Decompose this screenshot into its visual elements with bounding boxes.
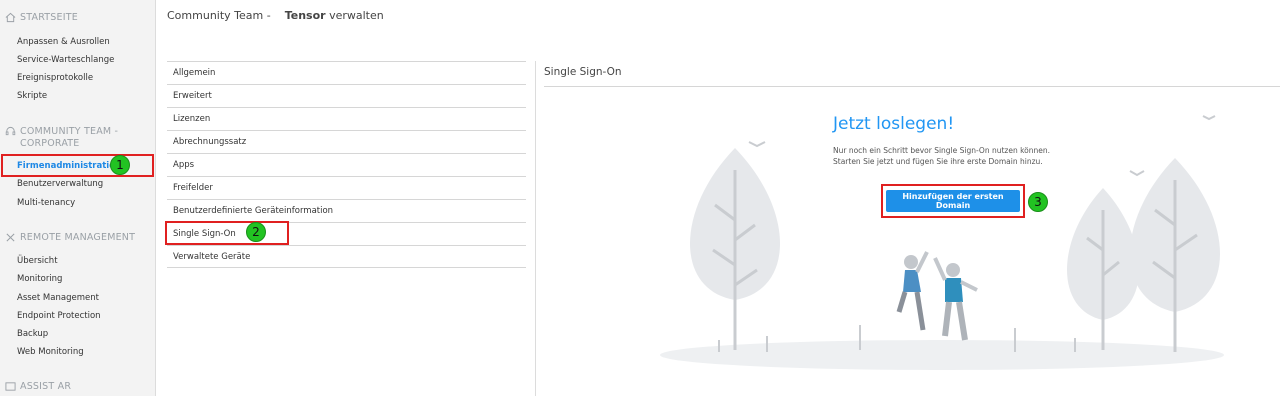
step-badge-2: 2 bbox=[246, 222, 266, 242]
step-badge-3: 3 bbox=[1028, 192, 1048, 212]
settings-item-erweitert[interactable]: Erweitert bbox=[167, 84, 526, 107]
section-title-line2: CORPORATE bbox=[20, 138, 80, 149]
sidebar-item-ereignisprotokolle[interactable]: Ereignisprotokolle bbox=[17, 72, 93, 84]
sidebar-section-assist-ar[interactable]: ASSIST AR bbox=[5, 381, 71, 393]
settings-item-geraeteinformation[interactable]: Benutzerdefinierte Geräteinformation bbox=[167, 199, 526, 222]
settings-item-allgemein[interactable]: Allgemein bbox=[167, 61, 526, 84]
panel-title-divider bbox=[544, 86, 1280, 87]
header-tensor: Tensor bbox=[284, 9, 326, 22]
home-icon bbox=[5, 12, 16, 23]
step-badge-1: 1 bbox=[110, 155, 130, 175]
sidebar-item-benutzerverwaltung[interactable]: Benutzerverwaltung bbox=[17, 178, 103, 190]
highlight-box-step3 bbox=[881, 184, 1025, 218]
sidebar-item-anpassen[interactable]: Anpassen & Ausrollen bbox=[17, 36, 110, 48]
illustration-image bbox=[660, 115, 1224, 370]
sidebar-section-startseite[interactable]: STARTSEITE bbox=[5, 12, 78, 24]
header-prefix: Community Team - bbox=[167, 9, 271, 22]
settings-item-abrechnungssatz[interactable]: Abrechnungssatz bbox=[167, 130, 526, 153]
cta-description: Nur noch ein Schritt bevor Single Sign-O… bbox=[833, 146, 1051, 166]
sidebar-item-backup[interactable]: Backup bbox=[17, 328, 48, 340]
header-suffix: verwalten bbox=[329, 9, 384, 22]
settings-item-verwaltete-geraete[interactable]: Verwaltete Geräte bbox=[167, 245, 526, 268]
headset-icon bbox=[5, 126, 16, 136]
sidebar-section-community-team[interactable]: COMMUNITY TEAM - CORPORATE bbox=[5, 126, 118, 150]
sidebar-item-web-monitoring[interactable]: Web Monitoring bbox=[17, 346, 84, 358]
section-title-line1: COMMUNITY TEAM - bbox=[20, 126, 119, 137]
sidebar-section-title: COMMUNITY TEAM - CORPORATE bbox=[20, 126, 118, 150]
highlight-box-step2 bbox=[165, 221, 289, 245]
display-icon bbox=[5, 382, 16, 391]
sidebar-section-remote-management[interactable]: REMOTE MANAGEMENT bbox=[5, 232, 135, 244]
sidebar-item-endpoint-protection[interactable]: Endpoint Protection bbox=[17, 310, 101, 322]
sidebar-item-multi-tenancy[interactable]: Multi-tenancy bbox=[17, 197, 75, 209]
settings-item-lizenzen[interactable]: Lizenzen bbox=[167, 107, 526, 130]
settings-item-freifelder[interactable]: Freifelder bbox=[167, 176, 526, 199]
sidebar-section-title: STARTSEITE bbox=[20, 12, 78, 23]
sidebar-section-title: REMOTE MANAGEMENT bbox=[20, 232, 136, 243]
panel-divider bbox=[535, 61, 536, 396]
sidebar-item-monitoring[interactable]: Monitoring bbox=[17, 273, 62, 285]
panel-title: Single Sign-On bbox=[544, 66, 622, 78]
sidebar: STARTSEITE Anpassen & Ausrollen Service-… bbox=[0, 0, 156, 396]
settings-item-apps[interactable]: Apps bbox=[167, 153, 526, 176]
sidebar-section-title: ASSIST AR bbox=[20, 381, 72, 392]
sidebar-item-asset-management[interactable]: Asset Management bbox=[17, 292, 99, 304]
highlight-box-step1 bbox=[1, 154, 154, 177]
sidebar-item-skripte[interactable]: Skripte bbox=[17, 90, 47, 102]
tools-icon bbox=[6, 233, 15, 242]
sidebar-item-uebersicht[interactable]: Übersicht bbox=[17, 255, 58, 267]
page-title: Community Team - Tensor verwalten bbox=[167, 9, 384, 22]
cta-title: Jetzt loslegen! bbox=[833, 114, 955, 134]
sidebar-item-service-warteschlange[interactable]: Service-Warteschlange bbox=[17, 54, 114, 66]
